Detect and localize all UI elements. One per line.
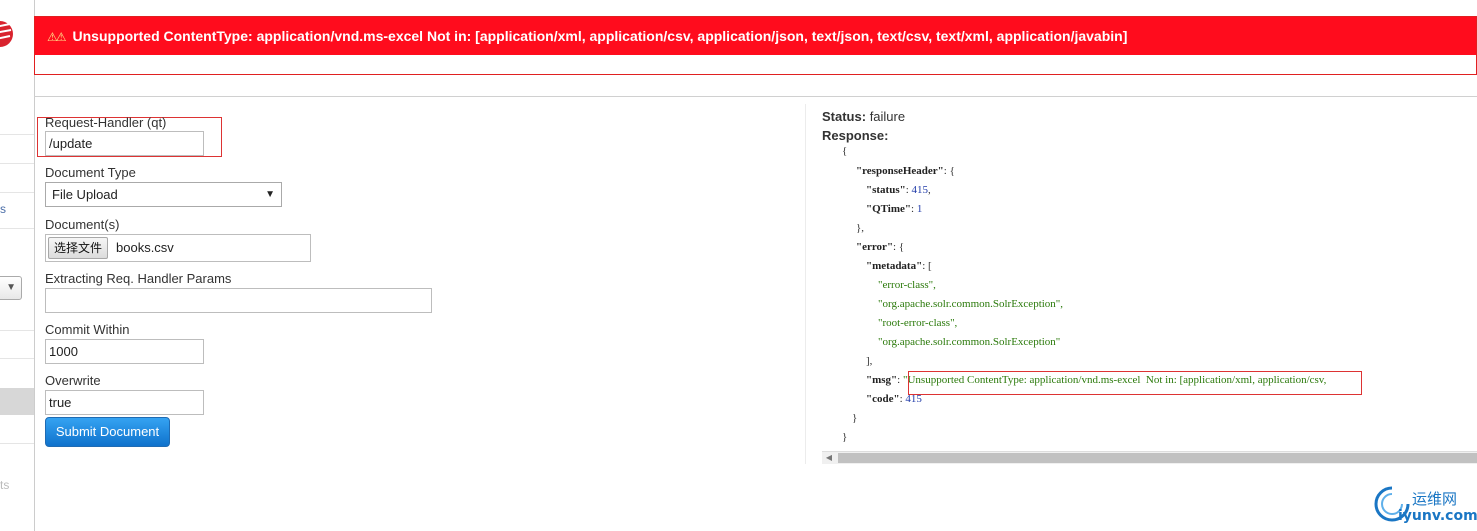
watermark: 运维网 iyunv.com (1372, 484, 1477, 528)
panel-top-border (34, 96, 1477, 97)
json-line: "metadata": [ (866, 260, 932, 272)
response-label-line: Response: (822, 128, 888, 143)
document-type-label: Document Type (45, 165, 136, 180)
error-message: Unsupported ContentType: application/vnd… (72, 28, 1128, 44)
json-line: "responseHeader": { (856, 165, 955, 177)
scroll-left-icon[interactable]: ◀ (822, 452, 836, 464)
response-label: Response: (822, 128, 889, 143)
watermark-en: iyunv.com (1398, 508, 1477, 524)
json-line: "status": 415, (866, 184, 931, 196)
choose-file-button[interactable]: 选择文件 (48, 237, 109, 259)
chevron-down-icon: ▼ (265, 189, 275, 200)
json-line: "error": { (856, 241, 905, 253)
status-value: failure (869, 109, 906, 124)
msg-highlight-box (908, 371, 1362, 395)
panel-divider (805, 104, 806, 464)
commit-within-label: Commit Within (45, 322, 130, 337)
submit-document-button[interactable]: Submit Document (45, 417, 170, 447)
json-line: "code": 415 (866, 393, 922, 405)
json-line: } (842, 431, 848, 443)
sidebar-divider (0, 358, 34, 359)
file-name: books.csv (116, 240, 174, 255)
status-line: Status: failure (822, 109, 905, 124)
extracting-params-label: Extracting Req. Handler Params (45, 271, 232, 286)
overwrite-input[interactable]: true (45, 390, 204, 415)
warning-icon: ⚠⚠ (47, 30, 66, 44)
sidebar-item-documents-active[interactable] (0, 388, 34, 415)
json-line: ], (866, 355, 873, 367)
json-line: "org.apache.solr.common.SolrException", (878, 298, 1064, 310)
error-banner: ⚠⚠ Unsupported ContentType: application/v… (34, 16, 1477, 75)
json-line: { (842, 145, 848, 157)
json-line: "org.apache.solr.common.SolrException" (878, 336, 1061, 348)
error-header: ⚠⚠ Unsupported ContentType: application/v… (35, 17, 1476, 55)
commit-within-input[interactable]: 1000 (45, 339, 204, 364)
json-line: "QTime": 1 (866, 203, 923, 215)
sidebar-divider (0, 228, 34, 229)
scrollbar-thumb[interactable] (838, 453, 1477, 463)
response-json: { "responseHeader": { "status": 415, "QT… (822, 142, 1477, 452)
request-handler-input[interactable]: /update (45, 131, 204, 156)
json-line: "error-class", (878, 279, 936, 291)
request-handler-label: Request-Handler (qt) (45, 115, 167, 130)
file-input[interactable]: 选择文件 books.csv (45, 234, 311, 262)
overwrite-label: Overwrite (45, 373, 101, 388)
json-line: "root-error-class", (878, 317, 958, 329)
horizontal-scrollbar[interactable]: ◀ (822, 451, 1477, 464)
app-root: s ▼ ts ⚠⚠ Unsupported ContentType: applic… (0, 0, 1477, 531)
sidebar: s ▼ ts (0, 0, 35, 531)
sidebar-divider (0, 163, 34, 164)
document-type-value: File Upload (52, 187, 118, 202)
sidebar-divider (0, 330, 34, 331)
sidebar-divider (0, 443, 34, 444)
watermark-cn: 运维网 (1412, 490, 1458, 508)
sidebar-item-fragment[interactable]: s (0, 202, 6, 216)
core-selector[interactable]: ▼ (0, 276, 22, 300)
document-type-select[interactable]: File Upload ▼ (45, 182, 282, 207)
json-line: } (852, 412, 858, 424)
solr-logo-icon (0, 21, 13, 47)
sidebar-divider (0, 192, 34, 193)
sidebar-item-fragment[interactable]: ts (0, 478, 9, 492)
sidebar-divider (0, 134, 34, 135)
chevron-down-icon: ▼ (6, 282, 16, 293)
json-line: }, (856, 222, 865, 234)
extracting-params-input[interactable] (45, 288, 432, 313)
status-label: Status: (822, 109, 867, 124)
documents-label: Document(s) (45, 217, 120, 232)
